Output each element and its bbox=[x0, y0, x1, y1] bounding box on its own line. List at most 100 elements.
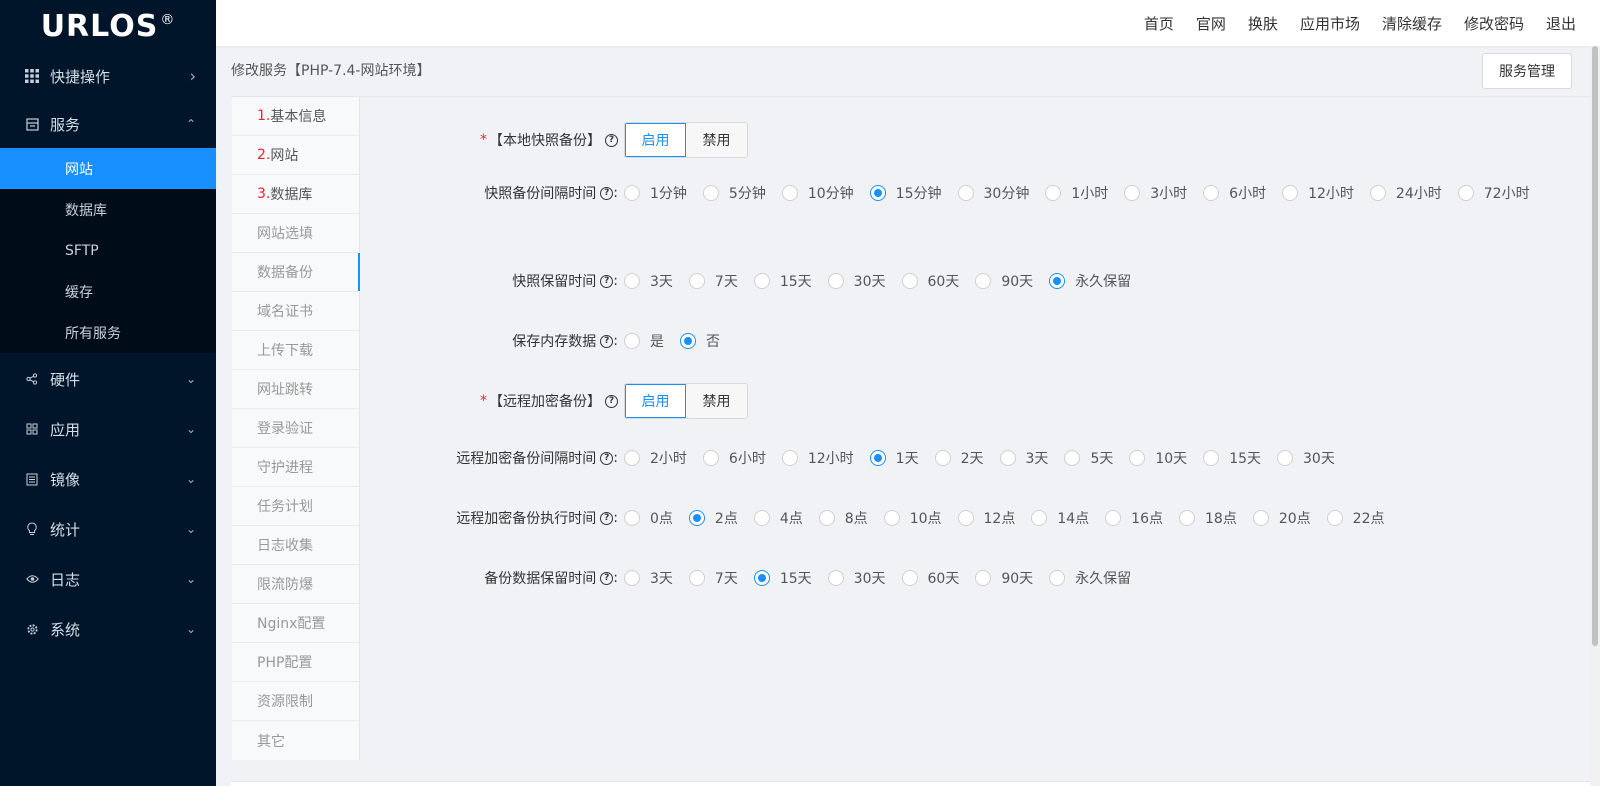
step-upload-download[interactable]: 上传下载 bbox=[232, 331, 359, 370]
snapshot-interval-option[interactable]: 10分钟 bbox=[781, 178, 854, 208]
sidebar-item-service[interactable]: 服务 ⌃ bbox=[0, 100, 216, 148]
radio-circle[interactable] bbox=[883, 510, 900, 526]
snapshot-interval-option[interactable]: 24小时 bbox=[1369, 178, 1442, 208]
snapshot-interval-option[interactable]: 30分钟 bbox=[957, 178, 1029, 208]
sidebar-subitem-all-services[interactable]: 所有服务 bbox=[0, 312, 216, 353]
sidebar-subitem-database[interactable]: 数据库 bbox=[0, 189, 216, 230]
remote-exec-time-option[interactable]: 16点 bbox=[1105, 503, 1163, 533]
radio-circle[interactable] bbox=[1129, 450, 1146, 466]
help-icon[interactable]: ? bbox=[600, 511, 614, 525]
snapshot-interval-option[interactable]: 3小时 bbox=[1124, 178, 1187, 208]
remote-backup-disable[interactable]: 禁用 bbox=[686, 384, 747, 418]
remote-exec-time-option[interactable]: 10点 bbox=[883, 503, 942, 533]
step-cron[interactable]: 任务计划 bbox=[232, 487, 359, 526]
sidebar-subitem-cache[interactable]: 缓存 bbox=[0, 271, 216, 312]
radio-circle[interactable] bbox=[1282, 185, 1299, 201]
radio-circle[interactable] bbox=[624, 333, 640, 349]
radio-circle[interactable] bbox=[1049, 273, 1066, 289]
save-memory-option[interactable]: 否 bbox=[680, 326, 720, 356]
remote-exec-time-option[interactable]: 12点 bbox=[957, 503, 1015, 533]
step-website-optional[interactable]: 网站选填 bbox=[232, 214, 359, 253]
snapshot-retention-option[interactable]: 90天 bbox=[975, 266, 1033, 296]
nav-app-market[interactable]: 应用市场 bbox=[1300, 13, 1360, 34]
remote-exec-time-option[interactable]: 2点 bbox=[688, 503, 738, 533]
help-icon[interactable]: ? bbox=[600, 334, 614, 348]
help-icon[interactable]: ? bbox=[605, 394, 618, 408]
snapshot-interval-option[interactable]: 5分钟 bbox=[702, 178, 766, 208]
backup-retention-option[interactable]: 15天 bbox=[753, 563, 812, 593]
radio-circle[interactable] bbox=[624, 273, 640, 289]
radio-circle[interactable] bbox=[957, 510, 974, 526]
radio-circle[interactable] bbox=[1045, 185, 1062, 201]
radio-circle[interactable] bbox=[1326, 510, 1343, 526]
step-other[interactable]: 其它 bbox=[232, 721, 359, 760]
sidebar-subitem-sftp[interactable]: SFTP bbox=[0, 230, 216, 271]
step-basic-info[interactable]: 1. 基本信息 bbox=[232, 97, 359, 136]
radio-circle[interactable] bbox=[934, 450, 951, 466]
backup-retention-option[interactable]: 7天 bbox=[688, 563, 738, 593]
step-website[interactable]: 2. 网站 bbox=[232, 136, 359, 175]
radio-circle[interactable] bbox=[688, 570, 705, 586]
step-resource-limit[interactable]: 资源限制 bbox=[232, 682, 359, 721]
nav-logout[interactable]: 退出 bbox=[1546, 13, 1576, 34]
radio-circle[interactable] bbox=[1457, 185, 1474, 201]
radio-circle[interactable] bbox=[1252, 510, 1269, 526]
step-login-auth[interactable]: 登录验证 bbox=[232, 409, 359, 448]
radio-circle[interactable] bbox=[624, 450, 640, 466]
page-scrollbar[interactable] bbox=[1590, 46, 1600, 786]
snapshot-retention-option[interactable]: 7天 bbox=[688, 266, 738, 296]
sidebar-item-stats[interactable]: 统计 ⌄ bbox=[0, 505, 216, 553]
radio-circle[interactable] bbox=[869, 450, 886, 466]
radio-circle[interactable] bbox=[702, 450, 719, 466]
remote-exec-time-option[interactable]: 14点 bbox=[1031, 503, 1089, 533]
remote-interval-option[interactable]: 2小时 bbox=[624, 443, 687, 473]
radio-circle[interactable] bbox=[624, 185, 640, 201]
radio-circle[interactable] bbox=[753, 510, 770, 526]
sidebar-item-system[interactable]: 系统 ⌄ bbox=[0, 605, 216, 653]
remote-exec-time-option[interactable]: 18点 bbox=[1179, 503, 1237, 533]
radio-circle[interactable] bbox=[975, 570, 992, 586]
step-rate-limit[interactable]: 限流防爆 bbox=[232, 565, 359, 604]
sidebar-item-logs[interactable]: 日志 ⌄ bbox=[0, 555, 216, 603]
step-domain-cert[interactable]: 域名证书 bbox=[232, 292, 359, 331]
nav-change-password[interactable]: 修改密码 bbox=[1464, 13, 1524, 34]
radio-circle[interactable] bbox=[1203, 185, 1220, 201]
radio-circle[interactable] bbox=[1277, 450, 1294, 466]
radio-circle[interactable] bbox=[1049, 570, 1066, 586]
help-icon[interactable]: ? bbox=[600, 186, 614, 200]
remote-interval-option[interactable]: 2天 bbox=[934, 443, 984, 473]
radio-circle[interactable] bbox=[1369, 185, 1386, 201]
remote-exec-time-option[interactable]: 4点 bbox=[753, 503, 803, 533]
radio-circle[interactable] bbox=[688, 273, 705, 289]
radio-circle[interactable] bbox=[1064, 450, 1081, 466]
radio-circle[interactable] bbox=[827, 273, 844, 289]
backup-retention-option[interactable]: 永久保留 bbox=[1049, 563, 1131, 593]
nav-clear-cache[interactable]: 清除缓存 bbox=[1382, 13, 1442, 34]
remote-backup-enable[interactable]: 启用 bbox=[625, 384, 686, 418]
snapshot-retention-option[interactable]: 3天 bbox=[624, 266, 673, 296]
backup-retention-option[interactable]: 3天 bbox=[624, 563, 673, 593]
radio-circle[interactable] bbox=[1179, 510, 1195, 526]
help-icon[interactable]: ? bbox=[605, 133, 618, 147]
backup-retention-option[interactable]: 30天 bbox=[827, 563, 886, 593]
help-icon[interactable]: ? bbox=[600, 451, 614, 465]
sidebar-subitem-website[interactable]: 网站 bbox=[0, 148, 216, 189]
snapshot-interval-option[interactable]: 1小时 bbox=[1045, 178, 1108, 208]
radio-circle[interactable] bbox=[901, 570, 918, 586]
nav-official-site[interactable]: 官网 bbox=[1196, 13, 1226, 34]
remote-exec-time-option[interactable]: 0点 bbox=[624, 503, 673, 533]
snapshot-interval-option[interactable]: 1分钟 bbox=[624, 178, 687, 208]
radio-circle[interactable] bbox=[680, 333, 696, 349]
radio-circle[interactable] bbox=[781, 185, 798, 201]
step-nginx-config[interactable]: Nginx配置 bbox=[232, 604, 359, 643]
radio-circle[interactable] bbox=[753, 570, 770, 586]
radio-circle[interactable] bbox=[1203, 450, 1220, 466]
sidebar-item-hardware[interactable]: 硬件 ⌄ bbox=[0, 355, 216, 403]
step-database[interactable]: 3. 数据库 bbox=[232, 175, 359, 214]
snapshot-interval-option[interactable]: 72小时 bbox=[1457, 178, 1530, 208]
backup-retention-option[interactable]: 90天 bbox=[975, 563, 1033, 593]
local-snapshot-disable[interactable]: 禁用 bbox=[686, 123, 747, 157]
step-daemon[interactable]: 守护进程 bbox=[232, 448, 359, 487]
radio-circle[interactable] bbox=[818, 510, 835, 526]
snapshot-retention-option[interactable]: 永久保留 bbox=[1049, 266, 1131, 296]
